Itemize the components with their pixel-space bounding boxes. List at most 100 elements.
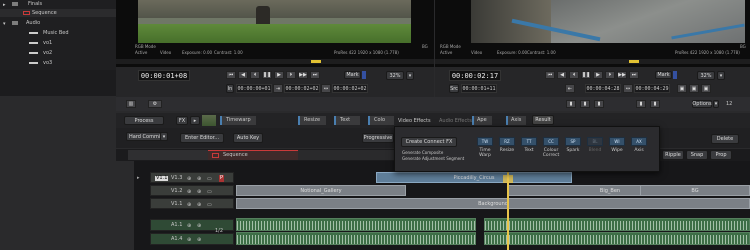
resize-fx-button[interactable]: RZ (499, 137, 515, 146)
stop-button[interactable]: ❚❚ (262, 71, 272, 79)
source-in-timecode[interactable]: 00:00:00+01 (236, 84, 272, 93)
timeline-clip[interactable]: Background (236, 198, 750, 209)
audio-clip[interactable] (484, 218, 750, 231)
source-timecode[interactable]: 00:00:01+08 (138, 70, 190, 81)
record-extra-icon[interactable]: ▣ (689, 84, 699, 93)
frame-forward-button[interactable]: ⏵ (605, 71, 615, 79)
track-icon[interactable]: ⊕ (187, 189, 191, 195)
source-duration-icon[interactable]: ↔ (321, 84, 331, 93)
create-connect-fx-button[interactable]: Create Connect FX (401, 137, 457, 147)
audio-clip[interactable] (236, 218, 476, 231)
track-icon[interactable]: ▭ (207, 202, 212, 208)
timeline-clip-top[interactable]: Piccadilly_Circus (376, 172, 572, 183)
record-in-icon[interactable]: ⇤ (565, 84, 575, 93)
record-extra-icon[interactable]: ▣ (677, 84, 687, 93)
go-to-start-button[interactable]: ⏮ (545, 71, 555, 79)
source-out-icon[interactable]: ⇥ (273, 84, 283, 93)
video-effects-tab[interactable]: Video Effects (398, 119, 431, 124)
result-button[interactable]: Result (532, 115, 554, 125)
record-duration-timecode[interactable]: 00:00:04:29 (634, 84, 670, 93)
process-button[interactable]: Process (124, 116, 164, 125)
track-expand-icon[interactable]: ▸ (137, 175, 140, 181)
blend-fx-button[interactable]: BL (587, 137, 603, 146)
source-scrub-bar[interactable] (116, 59, 434, 64)
progressive-select[interactable]: Progressive (362, 133, 394, 143)
go-to-end-button[interactable]: ⏭ (310, 71, 320, 79)
frame-back-button[interactable]: ⏴ (569, 71, 579, 79)
source-duration-timecode[interactable]: 00:00:02+02 (332, 84, 368, 93)
track-icon[interactable]: ⊕ (197, 176, 201, 182)
track-header[interactable]: A1.4 ⊕ ⊕ (150, 233, 234, 245)
bin-row[interactable]: ▾ Audio (0, 19, 116, 28)
axis-fx-button[interactable]: AX (631, 137, 647, 146)
timewarp-fx-button[interactable]: TW (477, 137, 493, 146)
wipe-fx-button[interactable]: WI (609, 137, 625, 146)
auto-key-button[interactable]: Auto Key (233, 133, 263, 143)
step-forward-button[interactable]: ▶▶ (617, 71, 627, 79)
bin-row[interactable]: vo3 (0, 59, 116, 67)
source-out-timecode[interactable]: 00:00:02+02 (284, 84, 320, 93)
options-button[interactable]: Options (692, 100, 712, 108)
hard-commit-arrow[interactable]: ▾ (160, 132, 168, 141)
sequence-tab[interactable]: Sequence (208, 150, 298, 160)
generate-composite-item[interactable]: Generate Composite (402, 151, 443, 155)
track-icon[interactable]: ⊕ (187, 223, 191, 229)
track-icon[interactable]: ⊕ (187, 237, 191, 243)
track-flag[interactable]: P (219, 175, 225, 182)
audio-clip[interactable] (236, 232, 476, 245)
marker-icon[interactable]: ▮ (580, 100, 590, 108)
audio-effects-tab[interactable]: Audio Effects (439, 119, 472, 124)
text-chip[interactable]: Text (334, 116, 360, 125)
source-mark-button[interactable]: Mark (344, 71, 361, 79)
play-button[interactable]: ▶ (593, 71, 603, 79)
ripple-button[interactable]: Ripple (662, 150, 684, 160)
timeline-clip[interactable]: Notional_Gallery (236, 185, 406, 196)
track-header[interactable]: A1.1 ⊕ ⊕ 1/2 (150, 219, 234, 234)
track-header[interactable]: V1.1 ⊕ ⊕ ▭ (150, 198, 234, 209)
marker-icon[interactable]: ▮ (566, 100, 576, 108)
ape-chip[interactable]: Ape (472, 116, 492, 125)
bin-row-selected[interactable]: Sequence (0, 9, 116, 17)
source-monitor[interactable]: RGB Mode Active Video Exposure: 0.00 Con… (116, 0, 434, 67)
track-icon[interactable]: ⊕ (197, 223, 201, 229)
record-src-timecode[interactable]: 00:00:01+11 (461, 84, 497, 93)
audio-clip[interactable] (484, 232, 750, 245)
bin-row[interactable]: vo1 (0, 39, 116, 47)
record-extra-icon[interactable]: ▣ (701, 84, 711, 93)
record-scrub-bar[interactable] (435, 59, 750, 64)
track-header[interactable]: ▸ V1.1 V1.3 ⊕ ⊕ ▭ P (137, 172, 234, 183)
go-to-end-button[interactable]: ⏭ (629, 71, 639, 79)
source-position-marker[interactable] (311, 60, 321, 63)
play-button[interactable]: ▶ (274, 71, 284, 79)
step-back-button[interactable]: ◀ (557, 71, 567, 79)
track-icon[interactable]: ▭ (207, 176, 212, 182)
source-in-button[interactable]: In (226, 84, 234, 93)
source-zoom-select[interactable]: 32% (386, 71, 404, 80)
source-zoom-arrow[interactable]: ▾ (406, 71, 414, 80)
step-forward-button[interactable]: ▶▶ (298, 71, 308, 79)
prop-button[interactable]: Prop (710, 150, 732, 160)
delete-button[interactable]: Delete (711, 134, 739, 144)
record-timecode[interactable]: 00:00:02:17 (449, 70, 501, 81)
marker-icon[interactable]: ▮ (650, 100, 660, 108)
frame-forward-button[interactable]: ⏵ (286, 71, 296, 79)
text-fx-button[interactable]: TT (521, 137, 537, 146)
colour-correct-fx-button[interactable]: CC (543, 137, 559, 146)
snap-button[interactable]: Snap (686, 150, 708, 160)
track-icon[interactable]: ⊕ (187, 202, 191, 208)
fx-button[interactable]: FX (176, 116, 188, 125)
bin-row[interactable]: vo2 (0, 49, 116, 57)
sequence-tab-inactive[interactable] (128, 150, 208, 160)
record-zoom-arrow[interactable]: ▾ (717, 71, 725, 80)
settings-icon[interactable]: ⚙ (148, 100, 162, 108)
colour-chip[interactable]: Colo (368, 116, 394, 125)
stop-button[interactable]: ❚❚ (581, 71, 591, 79)
marker-icon[interactable]: ▮ (636, 100, 646, 108)
record-mark-button[interactable]: Mark (655, 71, 672, 79)
track-icon[interactable]: ⊕ (197, 202, 201, 208)
axis-chip[interactable]: Axis (506, 116, 526, 125)
timeline-clip[interactable]: BG (640, 185, 750, 196)
record-out-timecode[interactable]: 00:00:04:28 (585, 84, 621, 93)
record-position-marker[interactable] (629, 60, 639, 63)
track-header[interactable]: V1.2 ⊕ ⊕ ▭ (150, 185, 234, 196)
